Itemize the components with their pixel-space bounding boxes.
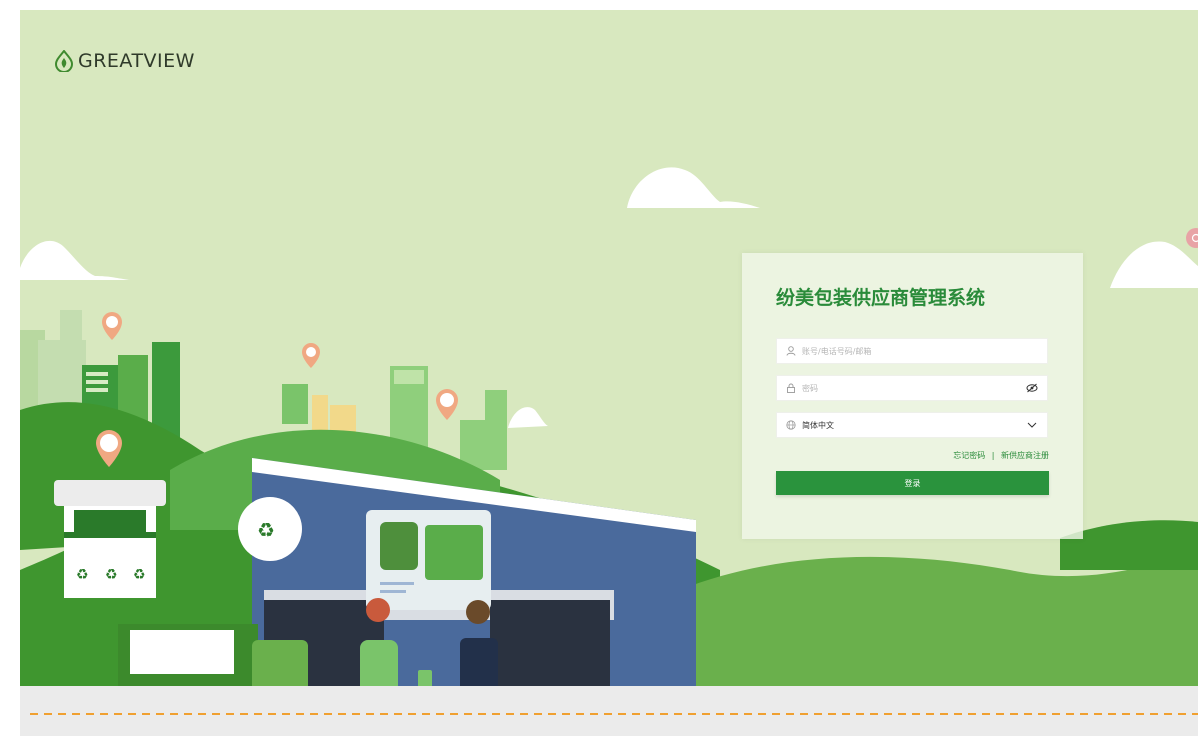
brand-logo-text: GREATVIEW xyxy=(78,50,195,72)
forgot-password-link[interactable]: 忘记密码 xyxy=(953,451,985,460)
svg-text:♻: ♻ xyxy=(133,567,146,583)
brand-logo: GREATVIEW xyxy=(54,50,195,72)
link-separator: | xyxy=(991,451,995,460)
account-field[interactable] xyxy=(776,338,1048,364)
pin xyxy=(102,312,122,340)
globe-icon xyxy=(784,418,798,432)
password-input[interactable] xyxy=(802,383,1025,393)
login-button[interactable]: 登录 xyxy=(776,471,1049,495)
eye-off-icon[interactable] xyxy=(1025,381,1039,395)
register-link[interactable]: 新供应商注册 xyxy=(1001,451,1049,460)
cloud xyxy=(508,407,548,428)
svg-text:♻: ♻ xyxy=(105,567,118,583)
password-field[interactable] xyxy=(776,375,1048,401)
language-select[interactable]: 简体中文 xyxy=(776,412,1048,438)
illustration-background: ♻ ♻ ♻ ♻ GREATVIEW 纷美包装供应商管理系统 账号/电话号码/邮箱… xyxy=(20,10,1198,736)
cloud xyxy=(627,167,760,208)
chevron-down-icon[interactable] xyxy=(1025,418,1039,432)
language-value: 简体中文 xyxy=(802,420,834,430)
svg-text:♻: ♻ xyxy=(76,567,89,583)
cloud xyxy=(1110,241,1198,288)
lock-icon xyxy=(784,381,798,395)
auth-links: 忘记密码 | 新供应商注册 xyxy=(953,450,1049,461)
pin xyxy=(436,389,458,420)
account-input[interactable] xyxy=(802,346,1047,356)
user-icon xyxy=(784,344,798,358)
svg-text:♻: ♻ xyxy=(257,518,275,542)
login-title: 纷美包装供应商管理系统 xyxy=(776,287,986,309)
pin xyxy=(301,342,320,368)
cloud xyxy=(20,240,130,280)
leaf-drop-icon xyxy=(54,50,74,72)
login-panel: 纷美包装供应商管理系统 简体中文 忘记密 xyxy=(742,253,1083,539)
